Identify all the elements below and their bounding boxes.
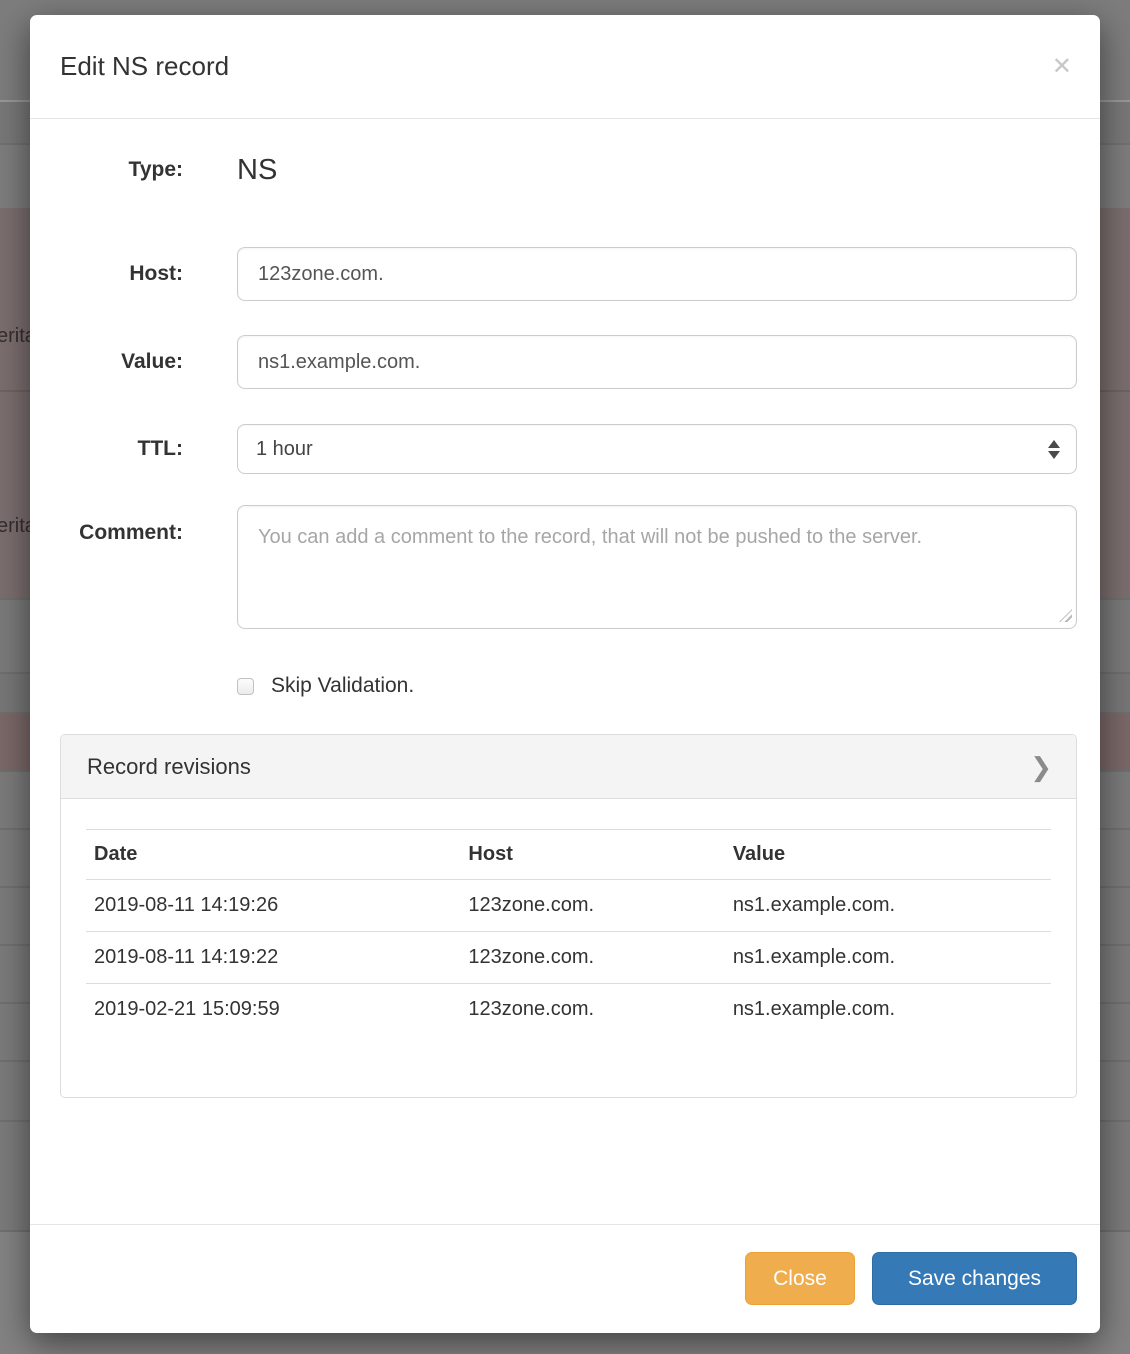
comment-label: Comment:	[60, 505, 183, 545]
value-input[interactable]	[237, 335, 1077, 389]
edit-ns-record-modal: Edit NS record ✕ Type: NS Host: Value: T…	[30, 15, 1100, 1333]
revision-cell: 2019-02-21 15:09:59	[86, 984, 460, 1036]
comment-row: Comment:	[60, 505, 1077, 629]
ttl-label: TTL:	[60, 437, 183, 461]
ttl-selected-value: 1 hour	[256, 438, 313, 461]
ttl-select[interactable]: 1 hour	[237, 424, 1077, 474]
revision-cell: 123zone.com.	[460, 880, 724, 932]
close-icon[interactable]: ✕	[1052, 55, 1072, 79]
record-revisions-panel: Record revisions ❯ DateHostValue 2019-08…	[60, 734, 1077, 1098]
host-label: Host:	[60, 262, 183, 286]
revision-row: 2019-08-11 14:19:26123zone.com.ns1.examp…	[86, 880, 1051, 932]
type-label: Type:	[60, 158, 183, 182]
type-row: Type: NS	[60, 151, 1077, 189]
revision-cell: ns1.example.com.	[725, 880, 1051, 932]
type-value: NS	[237, 154, 1077, 187]
revision-cell: 123zone.com.	[460, 984, 724, 1036]
revisions-table: DateHostValue 2019-08-11 14:19:26123zone…	[86, 829, 1051, 1035]
host-row: Host:	[60, 247, 1077, 301]
comment-textarea[interactable]	[237, 505, 1077, 629]
modal-title: Edit NS record	[60, 51, 229, 82]
save-changes-button[interactable]: Save changes	[872, 1252, 1077, 1305]
revision-row: 2019-08-11 14:19:22123zone.com.ns1.examp…	[86, 932, 1051, 984]
record-revisions-title: Record revisions	[87, 754, 251, 780]
close-button[interactable]: Close	[745, 1252, 855, 1305]
record-revisions-header[interactable]: Record revisions ❯	[61, 735, 1076, 799]
ttl-row: TTL: 1 hour	[60, 424, 1077, 474]
revisions-column-header: Value	[725, 830, 1051, 880]
revisions-column-header: Host	[460, 830, 724, 880]
chevron-right-icon[interactable]: ❯	[1030, 754, 1052, 780]
select-up-down-arrows-icon	[1048, 440, 1060, 459]
revision-cell: 2019-08-11 14:19:26	[86, 880, 460, 932]
revisions-column-header: Date	[86, 830, 460, 880]
revision-cell: ns1.example.com.	[725, 932, 1051, 984]
value-label: Value:	[60, 350, 183, 374]
skip-validation-label: Skip Validation.	[271, 674, 414, 698]
revision-cell: 2019-08-11 14:19:22	[86, 932, 460, 984]
value-row: Value:	[60, 335, 1077, 389]
modal-body: Type: NS Host: Value: TTL: 1 hour	[30, 151, 1100, 1098]
host-input[interactable]	[237, 247, 1077, 301]
modal-header: Edit NS record ✕	[30, 15, 1100, 119]
revision-cell: ns1.example.com.	[725, 984, 1051, 1036]
modal-footer: Close Save changes	[30, 1224, 1100, 1333]
record-revisions-body: DateHostValue 2019-08-11 14:19:26123zone…	[61, 799, 1076, 1097]
skip-validation-row: Skip Validation.	[237, 674, 1077, 698]
skip-validation-checkbox[interactable]	[237, 678, 254, 695]
revision-row: 2019-02-21 15:09:59123zone.com.ns1.examp…	[86, 984, 1051, 1036]
revision-cell: 123zone.com.	[460, 932, 724, 984]
